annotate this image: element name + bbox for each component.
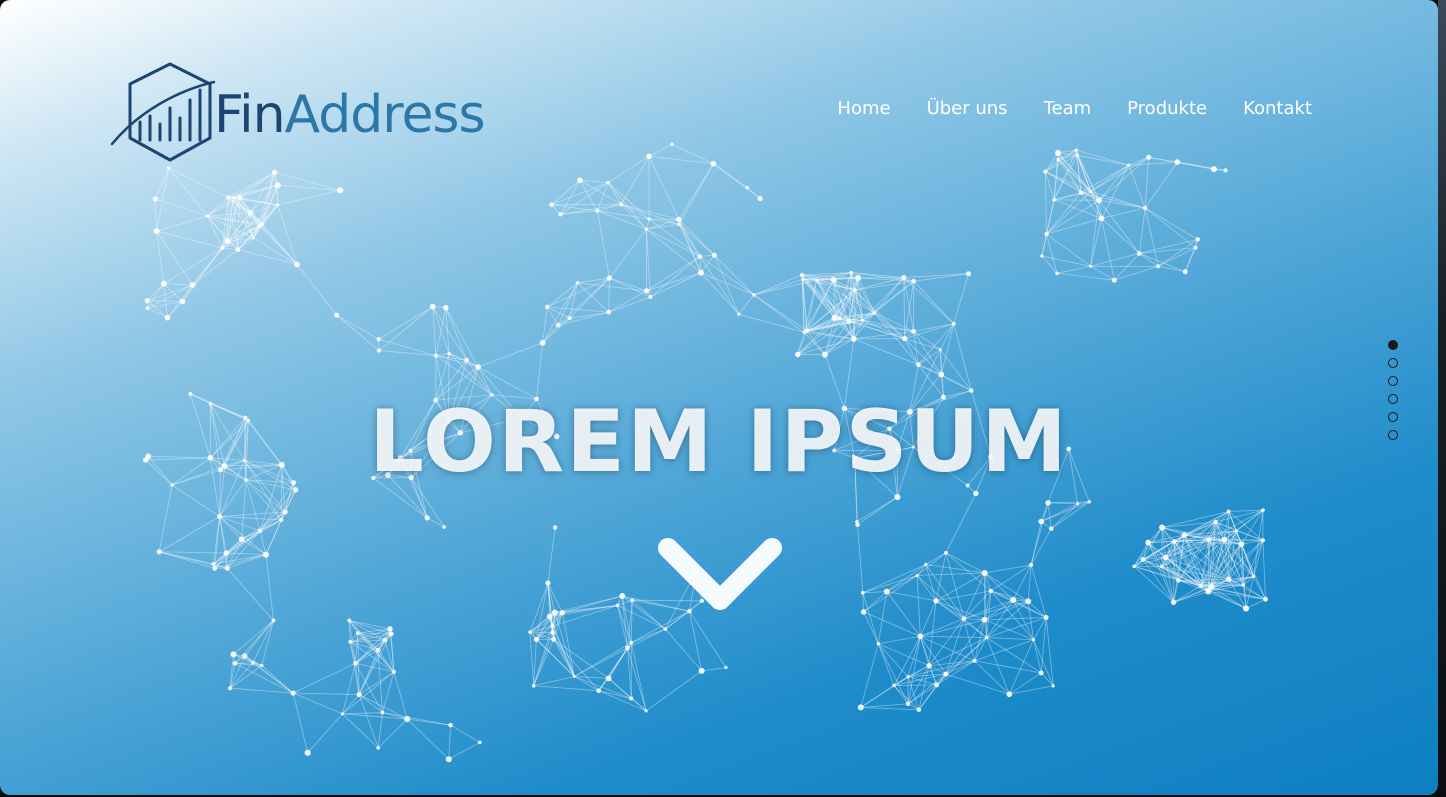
nav-item-team[interactable]: Team (1044, 98, 1092, 119)
hero-headline: LOREM IPSUM (369, 391, 1069, 492)
nav-item-home[interactable]: Home (837, 98, 890, 119)
slide-dot-5[interactable] (1388, 412, 1398, 422)
window-edge (1438, 0, 1446, 797)
nav-item-ueber-uns[interactable]: Über uns (927, 98, 1008, 119)
slide-dot-2[interactable] (1388, 358, 1398, 368)
nav-item-kontakt[interactable]: Kontakt (1243, 98, 1312, 119)
brand-name: FinAddress (214, 89, 486, 141)
brand-name-address: Address (284, 85, 486, 145)
nav-item-produkte[interactable]: Produkte (1127, 98, 1207, 119)
scroll-down-button[interactable] (650, 530, 790, 620)
slide-dot-3[interactable] (1388, 376, 1398, 386)
hexagon-chart-icon (110, 62, 216, 162)
chevron-down-icon (658, 538, 782, 610)
brand-name-fin: Fin (214, 85, 286, 145)
brand-logo[interactable]: FinAddress (110, 60, 486, 164)
slide-dot-4[interactable] (1388, 394, 1398, 404)
slide-dot-6[interactable] (1388, 430, 1398, 440)
slide-dot-1[interactable] (1388, 340, 1398, 350)
slide-pagination (1388, 340, 1398, 440)
hero-section: FinAddress Home Über uns Team Produkte K… (0, 0, 1438, 795)
main-nav: Home Über uns Team Produkte Kontakt (837, 98, 1312, 119)
